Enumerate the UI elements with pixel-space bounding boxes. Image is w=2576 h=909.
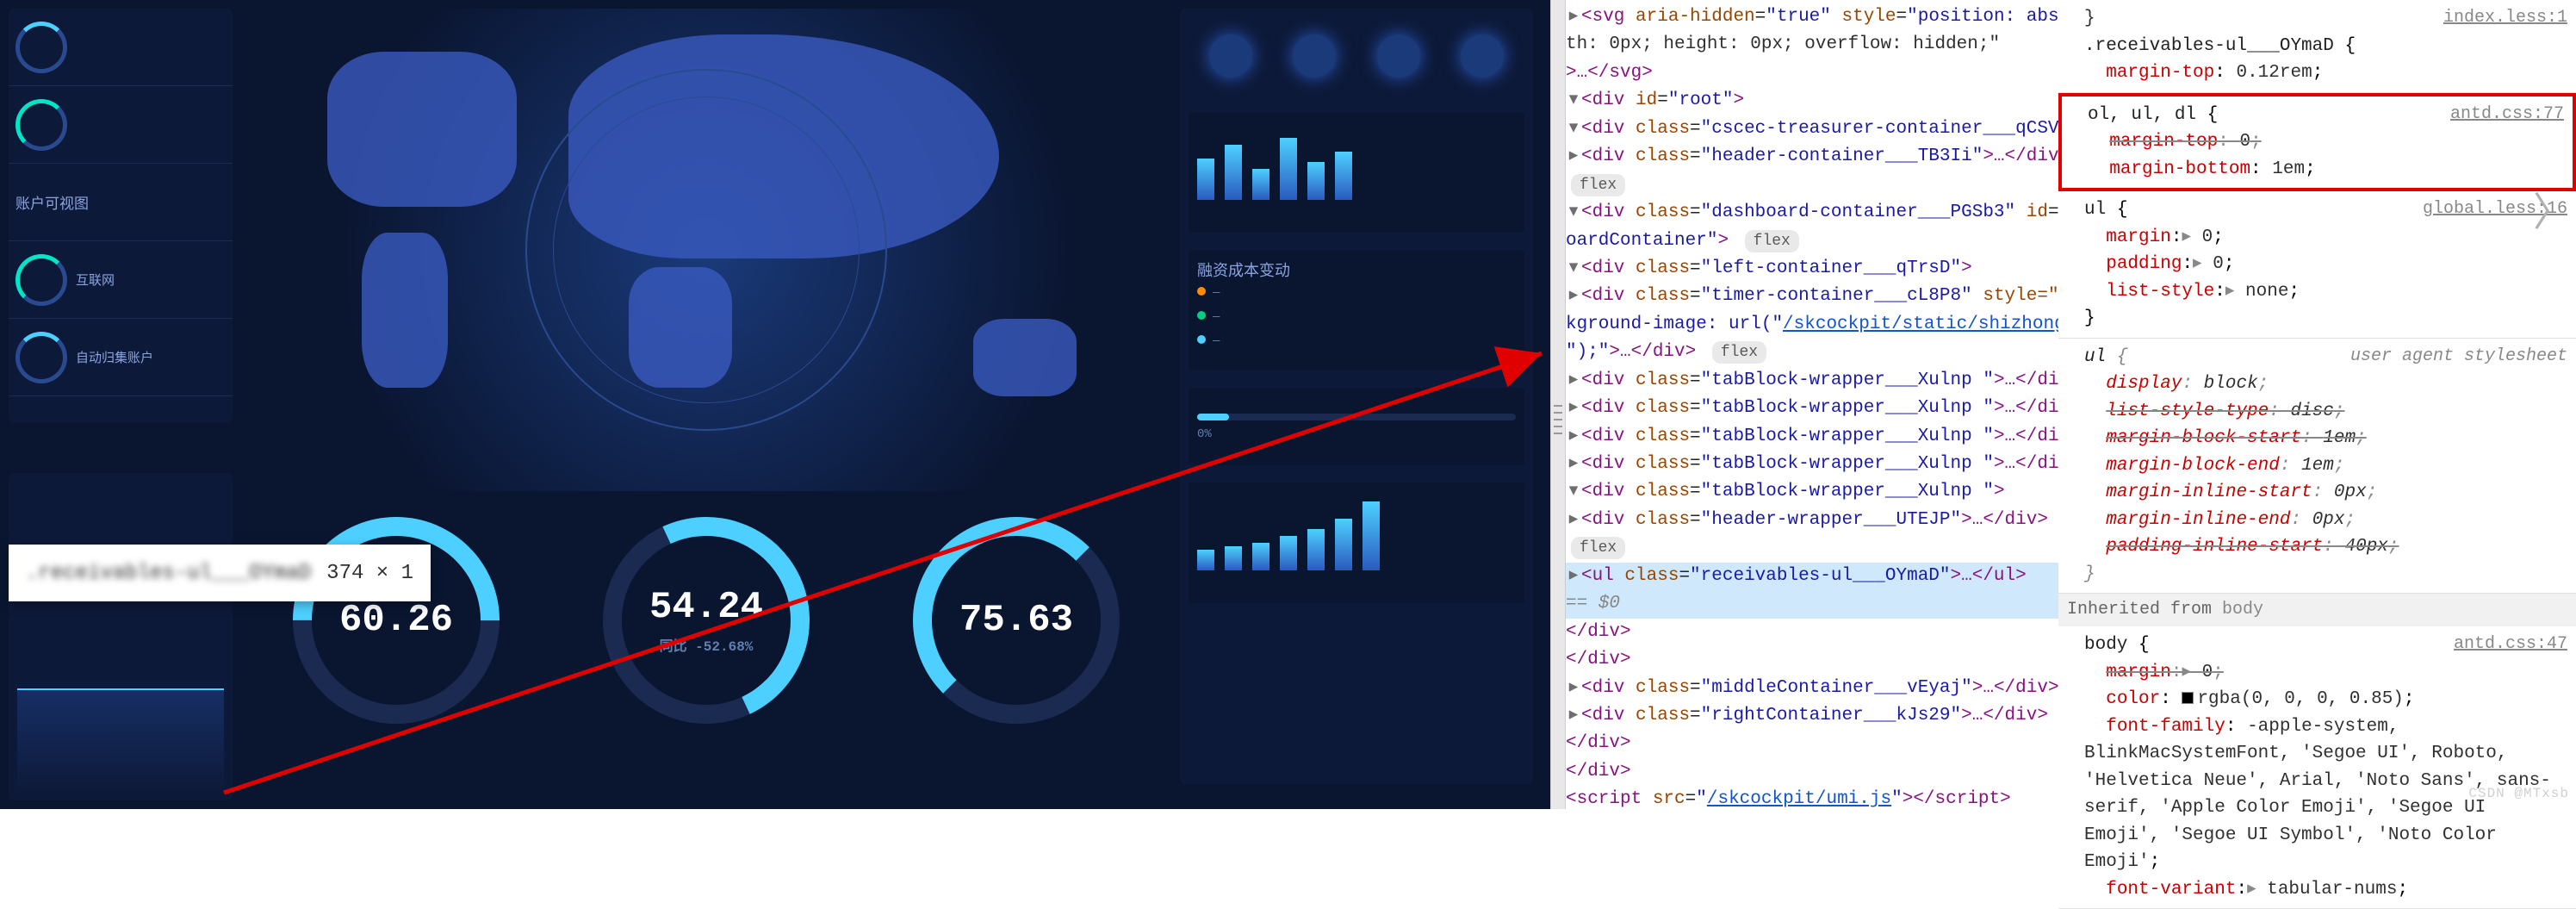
dom-node[interactable]: ▾<div class="tabBlock-wrapper___Xulnp "> <box>1566 478 2058 506</box>
tooltip-dimensions: 374 × 1 <box>326 562 413 585</box>
chart-title: 融资成本变动 <box>1197 258 1516 281</box>
element-highlight-tooltip: .receivables-ul___OYmaD 374 × 1 <box>9 545 431 601</box>
right-charts-panel: 融资成本变动 — — — 0% <box>1180 9 1533 784</box>
gauge-chart: 60.26 <box>276 500 517 741</box>
dom-node[interactable]: ▾<div class="cscec-treasurer-container__… <box>1566 115 2058 143</box>
gauge-subtitle: 同比 -52.68% <box>660 634 754 655</box>
dom-node-selected[interactable]: ▸<ul class="receivables-ul___OYmaD">…</u… <box>1566 563 2058 590</box>
gauge-chart: 75.63 <box>896 500 1137 741</box>
layout-pill: flex <box>1566 534 2058 562</box>
dom-node[interactable]: ▸<div class="middleContainer___vEyaj">…<… <box>1566 675 2058 702</box>
dom-node-end: </div> <box>1566 646 2058 674</box>
dom-text: ");">…</div> flex <box>1566 339 2058 366</box>
dom-text: oardContainer"> flex <box>1566 227 2058 255</box>
dom-node[interactable]: ▸<div class="rightContainer___kJs29">…</… <box>1566 702 2058 730</box>
metric-icon <box>1293 34 1336 78</box>
dom-node[interactable]: ▸<div class="header-container___TB3Ii">…… <box>1566 143 2058 171</box>
panel-splitter[interactable] <box>1550 0 1566 809</box>
dom-node[interactable]: ▾<div id="root"> <box>1566 87 2058 115</box>
source-link[interactable]: antd.css:47 <box>2454 632 2567 657</box>
css-rule[interactable]: body {antd.css:47 margin:▸ 0; color: rgb… <box>2058 626 2576 909</box>
panel-label: 账户可视图 <box>16 191 89 214</box>
dom-node-end: </div> <box>1566 619 2058 646</box>
source-link[interactable]: antd.css:77 <box>2450 102 2564 128</box>
css-rule[interactable]: } .receivables-ul___OYmaD {index.less:1 … <box>2058 0 2576 93</box>
dom-node-end: >…</svg> <box>1566 59 2058 87</box>
source-link[interactable]: index.less:1 <box>2443 5 2567 31</box>
dom-node[interactable]: ▸<div class="tabBlock-wrapper___Xulnp ">… <box>1566 423 2058 451</box>
dom-node[interactable]: ▸<div class="timer-container___cL8P8" st… <box>1566 283 2058 310</box>
dom-node[interactable]: ▾<div class="dashboard-container___PGSb3… <box>1566 199 2058 227</box>
layout-pill: flex <box>1566 171 2058 199</box>
metric-icon <box>1377 34 1420 78</box>
dom-node[interactable]: ▸<svg aria-hidden="true" style="position… <box>1566 3 2058 31</box>
dom-node-end: </div> <box>1566 758 2058 786</box>
gauge-value: 54.24 <box>649 586 763 629</box>
world-map-panel <box>241 9 1171 491</box>
css-rule-highlighted[interactable]: ol, ul, dl {antd.css:77 margin-top: 0; m… <box>2058 93 2576 192</box>
dom-node[interactable]: ▸<div class="header-wrapper___UTEJP">…</… <box>1566 507 2058 534</box>
elements-panel[interactable]: ▸<svg aria-hidden="true" style="position… <box>1566 0 2058 809</box>
color-swatch[interactable] <box>2182 692 2194 704</box>
tooltip-selector: .receivables-ul___OYmaD <box>26 562 326 585</box>
styles-panel[interactable]: } .receivables-ul___OYmaD {index.less:1 … <box>2058 0 2576 809</box>
dom-node[interactable]: <script src="/skcockpit/umi.js"></script… <box>1566 786 2058 809</box>
option-label: 自动归集账户 <box>76 348 153 366</box>
dom-node[interactable]: ▸<div class="tabBlock-wrapper___Xulnp ">… <box>1566 367 2058 395</box>
dom-text: th: 0px; height: 0px; overflow: hidden;" <box>1566 31 2058 59</box>
gauge-chart: 54.24 同比 -52.68% <box>586 500 827 741</box>
chart-block <box>1189 483 1524 603</box>
watermark: CSDN @MTxsb <box>2468 783 2569 804</box>
chart-block <box>1189 112 1524 233</box>
metric-icon <box>1461 34 1504 78</box>
css-rule[interactable]: ul {global.less:16 margin:▸ 0; padding:▸… <box>2058 191 2576 339</box>
option-label: 互联网 <box>76 271 115 289</box>
dom-node[interactable]: ▸<div class="tabBlock-wrapper___Xulnp ">… <box>1566 451 2058 478</box>
source-label: user agent stylesheet <box>2350 344 2567 370</box>
dom-node[interactable]: ▾<div class="left-container___qTrsD"> <box>1566 255 2058 283</box>
console-ref: == $0 <box>1566 590 2058 618</box>
bottom-left-panel <box>9 473 233 800</box>
dom-node-end: </div> <box>1566 730 2058 757</box>
metric-icon <box>1209 34 1252 78</box>
inherited-from-header: Inherited from body <box>2058 594 2576 626</box>
dom-node[interactable]: ▸<div class="tabBlock-wrapper___Xulnp ">… <box>1566 395 2058 422</box>
chart-block: 0% <box>1189 388 1524 465</box>
chevron-right-icon[interactable]: 〉 <box>2533 186 2573 246</box>
css-rule-ua[interactable]: ul {user agent stylesheet display: block… <box>2058 339 2576 595</box>
dom-text: kground-image: url("/skcockpit/static/sh… <box>1566 311 2058 339</box>
left-sidebar-panel: 账户可视图 互联网 自动归集账户 <box>9 9 233 422</box>
chart-block: 融资成本变动 — — — <box>1189 250 1524 370</box>
gauge-value: 60.26 <box>339 599 453 642</box>
inspected-page-preview[interactable]: 账户可视图 互联网 自动归集账户 融资成本变动 — — <box>0 0 1550 809</box>
gauge-value: 75.63 <box>959 599 1073 642</box>
